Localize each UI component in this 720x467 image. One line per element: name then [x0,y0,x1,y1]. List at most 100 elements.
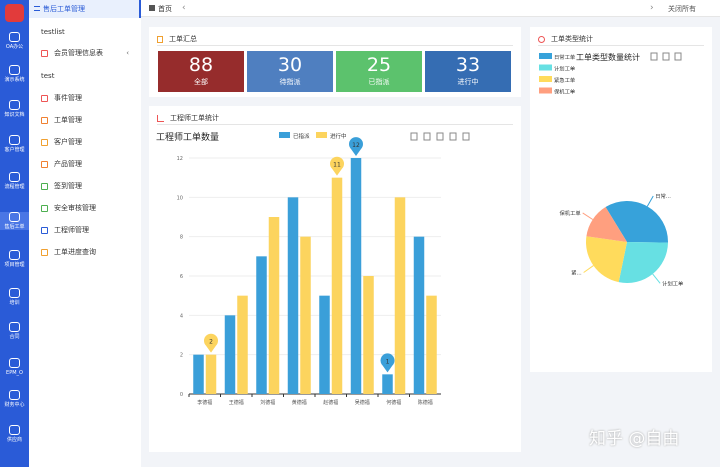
bar[interactable] [394,197,406,394]
download-icon[interactable] [423,132,431,141]
app-icon [9,250,20,260]
stat-tile[interactable]: 88 全部 [158,51,244,92]
bar[interactable] [256,256,267,394]
bar[interactable] [268,217,280,394]
menu-icon [41,138,48,146]
member-menu[interactable]: 会员管理信息表 ‹ [41,48,141,58]
legend-label[interactable]: 进行中 [330,132,347,140]
menu-group-label: test [41,72,55,80]
download-icon[interactable] [662,52,670,61]
sidebar-item[interactable]: 客户管理 [41,137,141,147]
type-pie-chart: 工单类型数量统计日常工单计划工单紧急工单保机工单日常...计划工单紧...保机工… [539,52,684,287]
app-item[interactable]: 培训 [0,288,29,306]
sidebar-item[interactable]: 安全审核管理 [41,203,141,213]
sidebar-item[interactable]: 事件管理 [41,93,141,103]
module-title-label: 售后工单管理 [43,5,85,13]
slice-label: 计划工单 [662,279,684,287]
bar[interactable] [350,158,362,394]
app-item[interactable]: 流程管理 [0,172,29,190]
legend-label[interactable]: 计划工单 [554,65,576,73]
app-item[interactable]: 演示系统 [0,65,29,83]
chevron-right-icon[interactable]: › [650,3,654,13]
bar[interactable] [331,177,343,394]
refresh-icon[interactable] [674,52,682,61]
bar[interactable] [426,295,437,394]
sidebar-item-label: 事件管理 [54,94,82,102]
app-item[interactable]: 财务中心 [0,390,29,408]
stat-label: 全部 [194,78,208,86]
bar[interactable] [193,354,204,394]
app-item[interactable]: 合同 [0,322,29,340]
app-item[interactable]: EPM_O [0,358,29,376]
menu-group-label: testlist [41,28,65,36]
sidebar-item[interactable]: 签到管理 [41,181,141,191]
menu-icon [41,160,48,168]
label-line [582,212,594,220]
app-sidebar: OA办公演示系统知识文档客户管理流程管理售后工单项目管理培训合同 EPM_O 财务中… [0,0,29,467]
watermark: 知乎 @自由 [589,429,680,449]
app-item-label: EPM_O [6,370,23,376]
home-icon [149,5,155,11]
bar[interactable] [237,295,248,394]
y-tick-label: 2 [180,353,183,359]
save-icon[interactable] [410,132,418,141]
legend-label[interactable]: 日常工单 [554,53,576,61]
app-item-label: 演示系统 [4,77,25,83]
module-sidebar: 售后工单管理 testlist 会员管理信息表 ‹ test 事件管理工单管理客… [29,0,141,467]
sidebar-item[interactable]: 工程师管理 [41,225,141,235]
bar[interactable] [300,236,311,394]
legend-swatch [316,132,327,138]
pie-slice[interactable] [618,242,668,283]
app-item[interactable]: 知识文档 [0,100,29,118]
menu-icon [41,248,48,256]
slice-label: 保机工单 [559,209,581,217]
sidebar-item-label: 工单进度查询 [54,248,96,256]
sidebar-item[interactable]: 产品管理 [41,159,141,169]
sidebar-item[interactable]: 工单进度查询 [41,247,141,257]
app-item-label: 合同 [9,334,20,340]
legend-swatch [279,132,290,138]
y-tick-label: 6 [180,274,183,280]
legend-swatch [539,53,552,59]
legend-label[interactable]: 已指派 [293,132,310,140]
refresh-icon[interactable] [436,132,444,141]
stat-tile[interactable]: 25 已指派 [336,51,422,92]
app-item[interactable]: 供应商 [0,425,29,443]
divider [157,45,513,46]
sidebar-item[interactable]: 工单管理 [41,115,141,125]
bar[interactable] [319,295,330,394]
marker-label: 1 [386,358,390,365]
app-icon [9,358,20,368]
label-line [652,273,661,284]
app-item[interactable]: OA办公 [0,32,29,50]
legend-swatch [539,64,552,71]
stat-tile[interactable]: 33 进行中 [425,51,511,92]
app-item[interactable]: 项目管理 [0,250,29,268]
x-tick-label: 何德福 [386,399,401,406]
bar[interactable] [205,354,217,394]
bar[interactable] [287,197,299,394]
module-title[interactable]: 售后工单管理 [29,0,141,18]
app-item-label: 供应商 [6,437,22,443]
chevron-left-icon[interactable]: ‹ [182,3,186,13]
bar-chart-icon[interactable] [462,132,470,141]
line-chart-icon[interactable] [449,132,457,141]
app-item[interactable]: 售后工单 [0,212,29,230]
app-item[interactable]: 客户管理 [0,135,29,153]
app-item-label: OA办公 [5,44,24,50]
stat-label: 待指派 [279,78,301,86]
marker-label: 12 [352,142,360,149]
bar[interactable] [224,315,236,394]
tab-home[interactable]: 首页 [158,4,172,14]
close-all-button[interactable]: 关闭所有 [668,4,696,14]
app-item-label: 培训 [9,300,20,306]
bar[interactable] [363,276,374,394]
legend-label[interactable]: 保机工单 [554,88,576,96]
stat-tile[interactable]: 30 待指派 [247,51,333,92]
sidebar-item-label: 签到管理 [54,182,82,190]
x-tick-label: 刘德福 [260,399,275,406]
legend-label[interactable]: 紧急工单 [554,76,576,84]
bar[interactable] [382,374,393,394]
save-icon[interactable] [650,52,658,61]
bar[interactable] [413,236,425,394]
